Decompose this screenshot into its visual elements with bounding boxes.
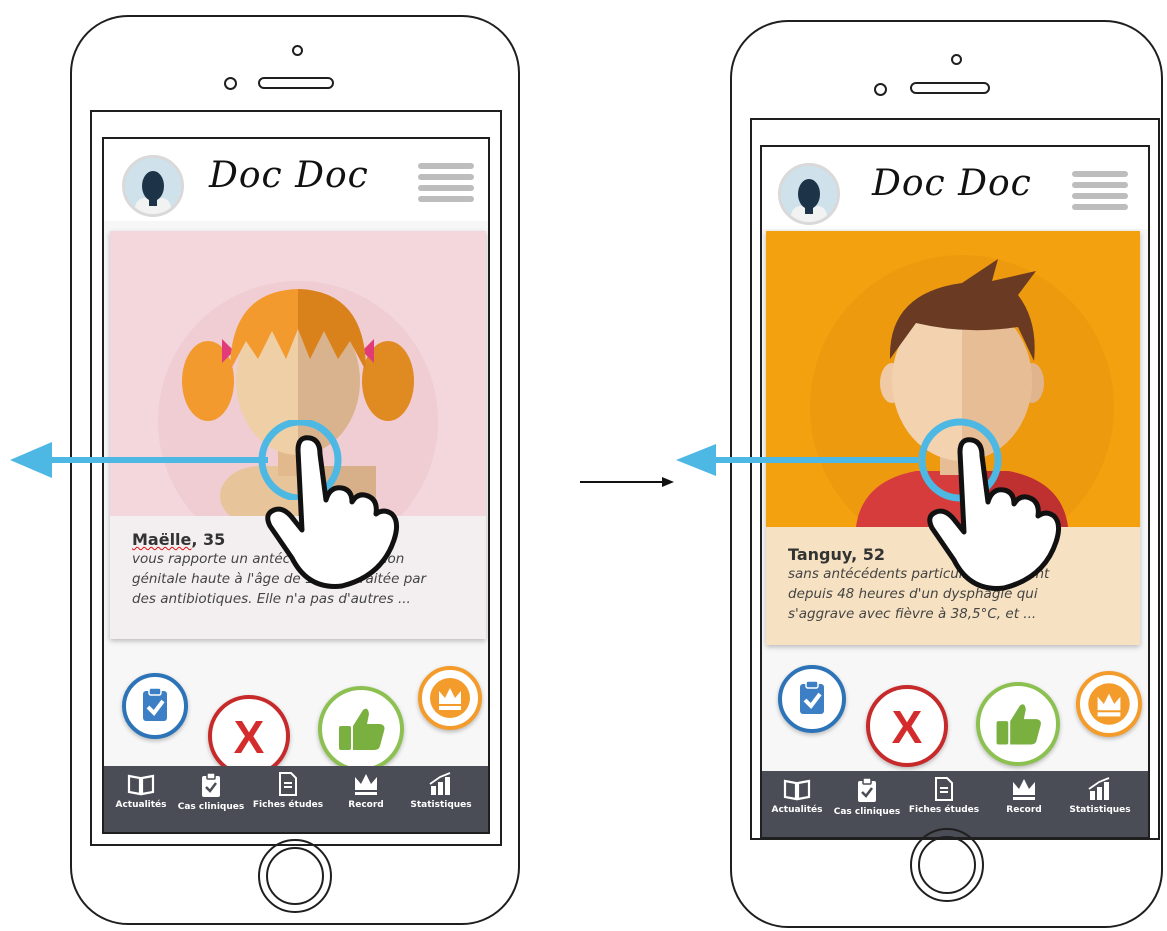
patient-age: , 52 [851,545,885,564]
crown-icon [1013,779,1035,800]
clinical-cases-action[interactable] [122,673,188,739]
nav-record[interactable]: Record [340,772,392,810]
record-action[interactable] [1076,671,1142,737]
right-arrow-icon [580,477,674,487]
avatar-icon[interactable] [122,155,184,217]
book-icon [783,779,811,801]
nav-actualites[interactable]: Actualités [766,777,828,815]
sensor-dot [224,77,237,90]
hand-pointer-icon [927,437,1062,591]
crown-icon [1088,683,1130,725]
hand-pointer-icon [265,435,400,589]
patient-age: , 35 [191,530,226,549]
patient-name: Maëlle [132,530,192,549]
patient-name: Tanguy [788,545,852,564]
bar-chart-icon [429,772,451,795]
earpiece-speaker [258,77,334,89]
clipboard-check-icon [202,772,220,797]
nav-actualites[interactable]: Actualités [110,772,172,810]
thumbs-up-icon [339,708,385,750]
document-icon [279,772,297,796]
nav-statistiques[interactable]: Statistiques [402,772,480,810]
book-icon [127,774,155,796]
nav-label: Statistiques [1069,805,1131,815]
crown-icon [355,774,377,795]
sensor-dot [874,83,887,96]
clipboard-check-icon [858,777,876,802]
nav-label: Cas cliniques [833,807,901,817]
nav-label: Record [1006,805,1042,815]
home-button[interactable] [910,828,984,902]
reject-x-icon: X [233,711,265,763]
nav-label: Record [348,800,384,810]
home-button-inner [918,836,976,894]
app-logo: Doc Doc [872,163,1032,204]
nav-label: Statistiques [410,800,472,810]
reject-action[interactable]: X [866,685,948,767]
desc-line: s'aggrave avec fièvre à 38,5°C, et ... [788,606,1037,622]
front-camera [951,54,962,65]
front-camera [292,45,303,56]
nav-cas-cliniques[interactable]: Cas cliniques [830,777,904,817]
clinical-cases-action[interactable] [778,665,846,733]
avatar-icon[interactable] [778,163,840,225]
reject-x-icon: X [891,701,923,753]
like-action[interactable] [318,686,404,772]
crown-icon [430,678,470,718]
home-button[interactable] [258,839,332,913]
desc-line: des antibiotiques. Elle n'a pas d'autres… [132,591,411,607]
nav-label: Actualités [771,805,823,815]
app-header: Doc Doc [762,147,1148,229]
nav-label: Fiches études [908,805,980,815]
like-action[interactable] [976,682,1060,766]
nav-cas-cliniques[interactable]: Cas cliniques [174,772,248,812]
nav-label: Actualités [115,800,167,810]
nav-label: Cas cliniques [177,802,245,812]
reject-action[interactable]: X [208,695,290,777]
nav-fiches-etudes[interactable]: Fiches études [906,777,982,815]
app-header: Doc Doc [104,139,488,221]
bottom-nav: Actualités Cas cliniques Fiches études R… [762,771,1148,837]
home-button-inner [266,847,324,905]
nav-label: Fiches études [252,800,324,810]
record-action[interactable] [418,666,482,730]
thumbs-up-icon [996,704,1041,745]
nav-fiches-etudes[interactable]: Fiches études [250,772,326,810]
bottom-nav: Actualités Cas cliniques Fiches études R… [104,766,488,832]
nav-record[interactable]: Record [998,777,1050,815]
bar-chart-icon [1088,777,1110,800]
app-logo: Doc Doc [209,155,369,196]
nav-statistiques[interactable]: Statistiques [1060,777,1140,815]
menu-icon[interactable] [1072,171,1128,219]
menu-icon[interactable] [418,163,474,211]
document-icon [935,777,953,801]
earpiece-speaker [910,82,990,94]
